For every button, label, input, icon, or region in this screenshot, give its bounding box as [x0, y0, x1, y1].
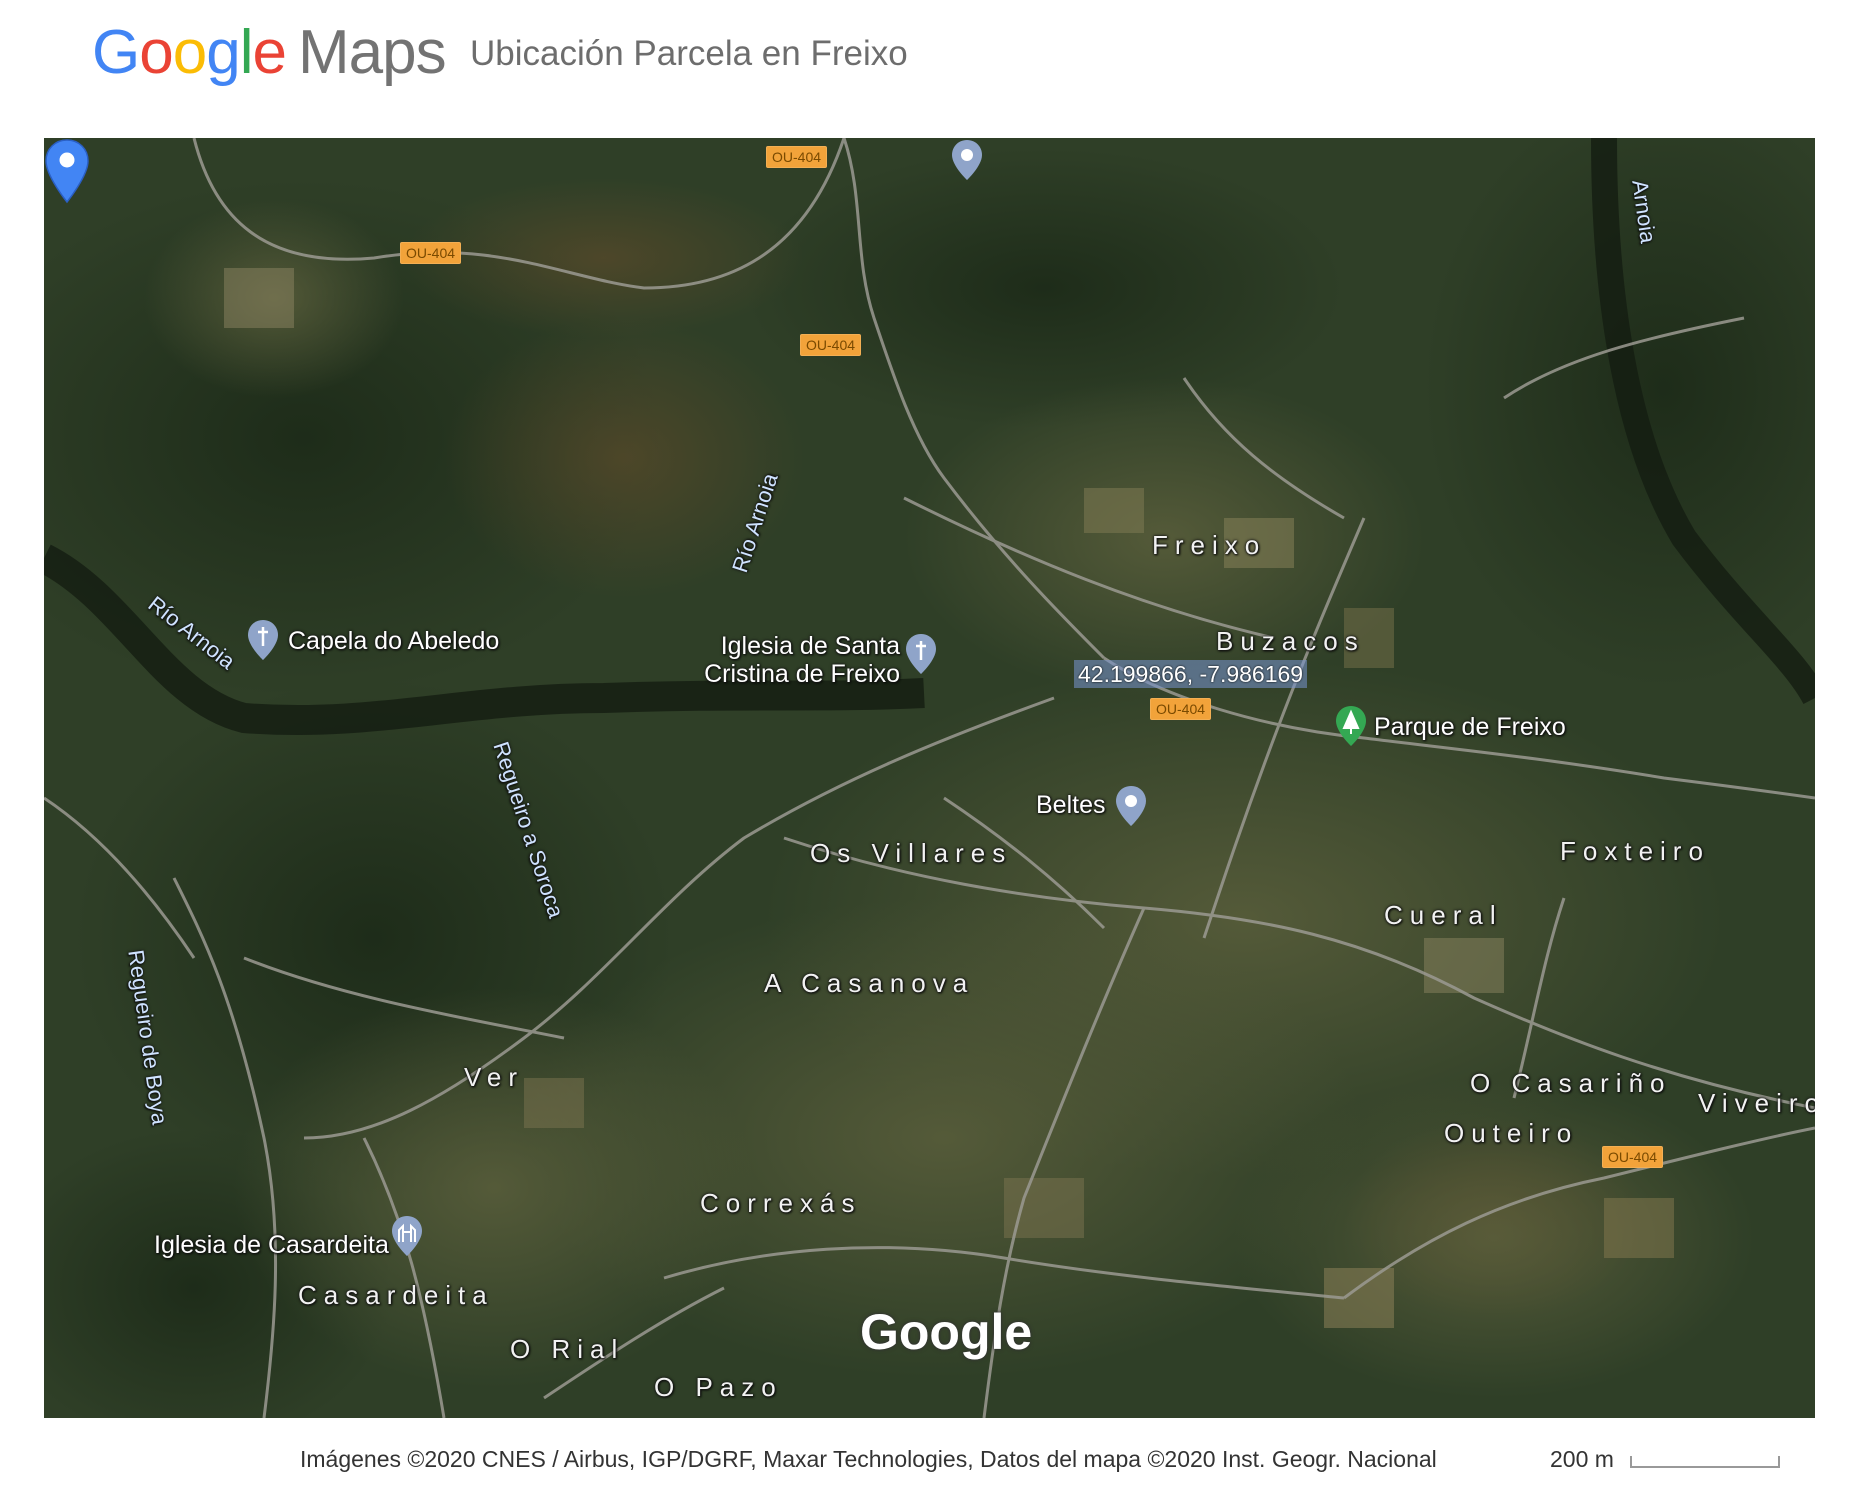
poi-label[interactable]: Iglesia de Santa Cristina de Freixo	[704, 632, 900, 688]
road-shield: OU-404	[1150, 698, 1212, 720]
selected-location-pin-icon[interactable]	[44, 138, 90, 204]
place-label: Outeiro	[1444, 1118, 1579, 1148]
google-watermark: Google	[860, 1304, 1033, 1360]
logo-letter: o	[172, 18, 207, 87]
road-shield: OU-404	[400, 242, 462, 264]
logo-product: Maps	[297, 18, 447, 87]
place-label: Ver	[464, 1062, 525, 1092]
place-label: A Casanova	[764, 968, 975, 998]
logo-letter: o	[139, 18, 173, 87]
scale-label[interactable]: 200 m	[1550, 1446, 1614, 1473]
header: Google Maps Ubicación Parcela en Freixo	[0, 0, 1851, 115]
logo-letter: g	[206, 18, 240, 87]
coordinates-label: 42.199866, -7.986169	[1074, 660, 1308, 688]
church-pin-icon[interactable]	[904, 632, 938, 676]
map-attribution[interactable]: Imágenes ©2020 CNES / Airbus, IGP/DGRF, …	[300, 1446, 1437, 1473]
church-pin-icon[interactable]	[246, 618, 280, 662]
place-label: O Rial	[510, 1334, 625, 1364]
scale-bar[interactable]	[1630, 1456, 1780, 1468]
park-pin-icon[interactable]	[1334, 704, 1368, 748]
place-label: Correxás	[700, 1188, 862, 1218]
road-shield: OU-404	[800, 334, 862, 356]
place-label: Foxteiro	[1560, 836, 1710, 866]
place-label: Casardeita	[298, 1280, 494, 1310]
place-label: Viveiro	[1698, 1088, 1815, 1118]
logo-letter: e	[252, 18, 286, 87]
map-footer: Imágenes ©2020 CNES / Airbus, IGP/DGRF, …	[0, 1440, 1851, 1480]
place-label: Buzacos	[1216, 626, 1365, 656]
road-shield: OU-404	[1602, 1146, 1664, 1168]
church-pin-icon[interactable]	[390, 1214, 424, 1258]
poi-label[interactable]: Capela do Abeledo	[288, 626, 499, 656]
satellite-map[interactable]: OU-404 OU-404 OU-404 OU-404 OU-404 Río A…	[44, 138, 1815, 1418]
satellite-imagery	[44, 138, 1815, 1418]
place-pin-icon[interactable]	[1114, 784, 1148, 828]
place-label: Cueral	[1384, 900, 1503, 930]
logo-letter: l	[239, 18, 254, 87]
place-label: Os Villares	[810, 838, 1013, 868]
google-maps-logo[interactable]: Google Maps	[92, 18, 447, 88]
place-pin-icon[interactable]	[950, 138, 984, 182]
page-title: Ubicación Parcela en Freixo	[470, 34, 908, 73]
road-shield: OU-404	[766, 146, 828, 168]
logo-letter: G	[92, 18, 140, 87]
poi-label[interactable]: Parque de Freixo	[1374, 712, 1566, 742]
poi-label[interactable]: Iglesia de Casardeita	[154, 1230, 389, 1260]
poi-label[interactable]: Beltes	[1036, 790, 1105, 820]
place-label: O Pazo	[654, 1372, 783, 1402]
place-label: O Casariño	[1470, 1068, 1672, 1098]
place-label: Freixo	[1152, 530, 1267, 560]
